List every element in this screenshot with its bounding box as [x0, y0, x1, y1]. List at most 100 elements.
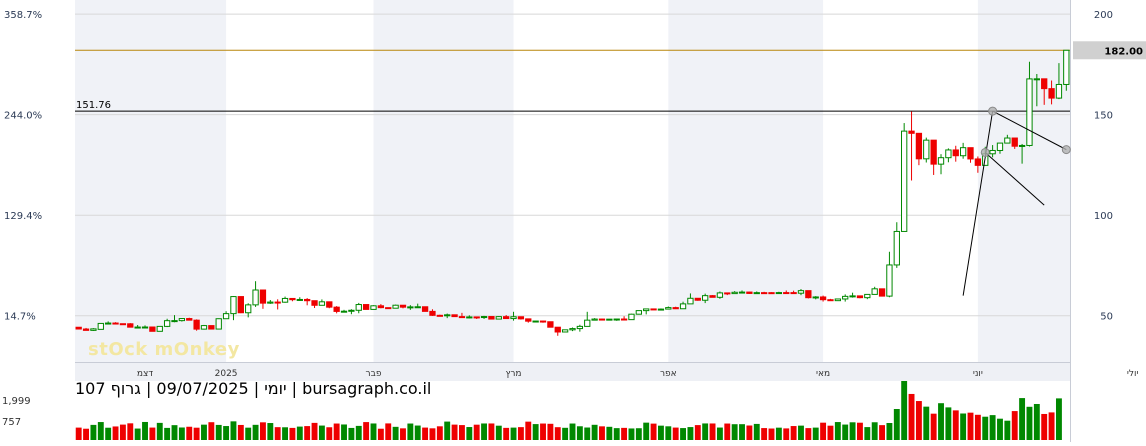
volume-bar: [215, 424, 222, 440]
volume-bar: [429, 428, 436, 440]
volume-bar: [105, 427, 112, 440]
volume-bar: [842, 424, 849, 440]
volume-bar: [716, 427, 723, 440]
candle-body: [134, 326, 141, 329]
volume-bar: [274, 427, 281, 440]
chart-title: יומי | 09/07/2025 | גרוף 107 | bursagrap…: [75, 379, 432, 398]
volume-bar: [1041, 413, 1048, 440]
candle-body: [1011, 137, 1018, 147]
pattern-point: [980, 147, 990, 157]
volume-bar: [591, 424, 598, 440]
volume-bar: [997, 418, 1003, 440]
volume-bar: [473, 424, 480, 440]
candle-body: [252, 289, 259, 306]
candle-body: [996, 142, 1004, 151]
candle-body: [687, 297, 694, 305]
volume-bar: [599, 426, 605, 440]
candle-body: [414, 306, 421, 309]
candle-body: [584, 319, 591, 327]
volume-bar: [856, 422, 863, 440]
percent-tick-label: 129.4%: [4, 211, 42, 222]
volume-bar: [400, 428, 406, 440]
candle-body: [1004, 137, 1011, 144]
candle-body: [208, 325, 215, 330]
candle-body: [620, 318, 628, 321]
x-tick-label: אפר: [660, 369, 677, 379]
volume-bar: [938, 403, 944, 440]
volume-bar: [223, 426, 230, 440]
candle-body: [296, 298, 303, 301]
candle-body: [760, 292, 768, 295]
volume-bar: [864, 427, 871, 440]
volume-bar: [503, 427, 510, 440]
volume-bar: [112, 426, 119, 440]
volume-bar: [893, 409, 900, 440]
volume-bar: [945, 407, 952, 440]
candle-body: [525, 318, 532, 322]
volume-bar: [672, 427, 679, 440]
candle-body: [267, 301, 274, 304]
candle-body: [421, 306, 429, 312]
volume-bar: [967, 412, 974, 440]
volume-bar: [805, 428, 812, 440]
volume-bar: [414, 425, 421, 440]
candle-body: [451, 314, 458, 318]
candle-body: [923, 139, 930, 160]
candle-body: [289, 297, 296, 301]
volume-bar: [267, 423, 274, 440]
candle-body: [399, 304, 407, 308]
candle-body: [709, 295, 716, 298]
candle-body: [901, 130, 908, 232]
watermark-logo: stOck mOnkey: [88, 339, 240, 360]
candle-body: [392, 304, 399, 309]
percent-tick-label: 358.7%: [4, 10, 42, 21]
candle-body: [893, 230, 900, 266]
candle-body: [864, 293, 871, 299]
volume-tick-label: 757: [2, 417, 21, 428]
volume-bar: [245, 427, 252, 440]
candle-body: [613, 318, 620, 321]
volume-bar: [923, 406, 930, 440]
volume-bar: [532, 424, 539, 440]
volume-bar: [230, 421, 237, 440]
volume-bar: [289, 427, 296, 440]
volume-bar: [724, 423, 731, 440]
candle-body: [473, 316, 480, 319]
volume-bar: [768, 428, 775, 440]
volume-bar: [259, 422, 266, 440]
candle-body: [547, 321, 554, 328]
volume-bar: [348, 427, 355, 440]
candle-body: [311, 300, 318, 306]
volume-bar: [974, 414, 981, 440]
candle-body: [945, 149, 952, 159]
candle-body: [466, 316, 473, 319]
candle-body: [561, 329, 569, 333]
candle-body: [650, 308, 657, 311]
volume-bar: [746, 425, 753, 440]
price-tick-label: 150: [1094, 111, 1113, 122]
candle-body: [370, 305, 377, 310]
volume-bar: [753, 423, 760, 440]
volume-bar: [1011, 411, 1018, 440]
x-tick-label: יוני: [973, 369, 983, 379]
volume-bar: [510, 427, 517, 440]
candle-body: [1041, 78, 1048, 90]
candle-body: [643, 308, 650, 312]
candle-body: [657, 308, 665, 311]
volume-bar: [451, 424, 458, 440]
candle-body: [967, 147, 974, 160]
candle-body: [672, 307, 679, 310]
candle-body: [326, 301, 333, 308]
candle-body: [75, 326, 82, 330]
volume-bar: [628, 428, 635, 440]
price-tick-label: 100: [1094, 211, 1113, 222]
volume-bar: [547, 423, 554, 440]
volume-bar: [525, 421, 532, 440]
volume-bar: [75, 427, 82, 440]
volume-bar: [702, 423, 709, 440]
volume-bar: [930, 413, 937, 440]
candle-body: [480, 316, 488, 319]
candle-body: [274, 301, 281, 304]
candle-body: [797, 290, 805, 294]
candle-body: [753, 292, 760, 295]
